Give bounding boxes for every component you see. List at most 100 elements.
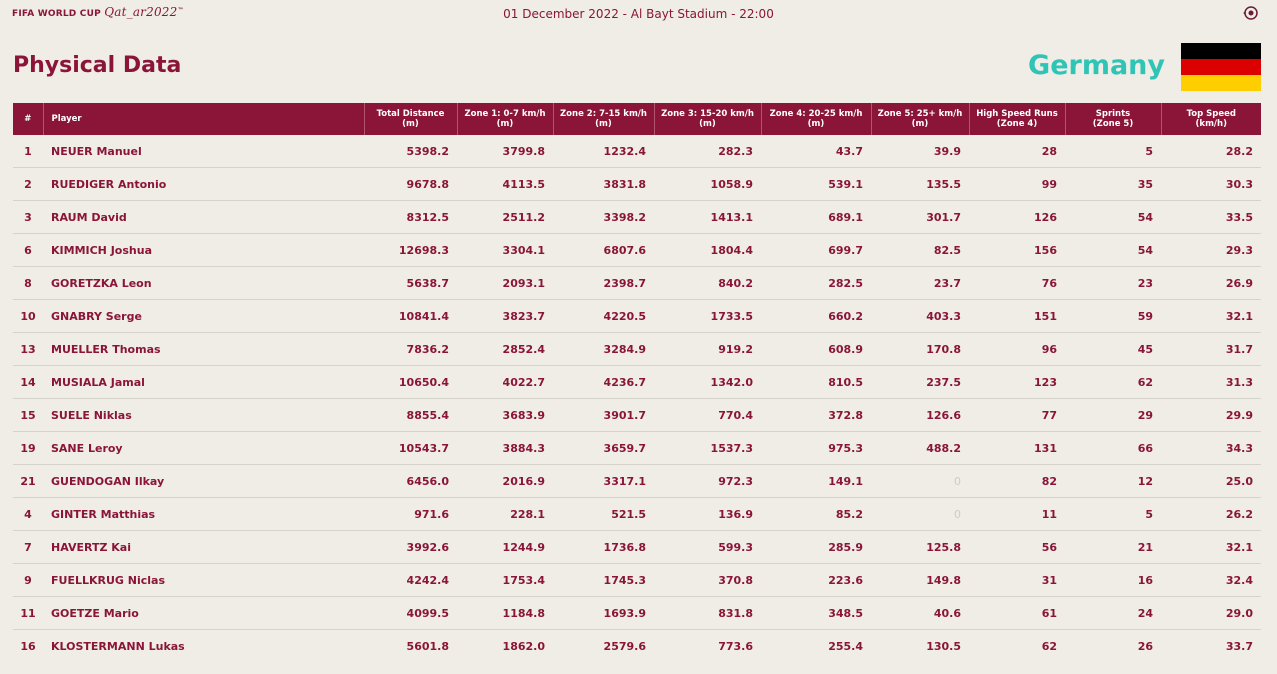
stat-cell: 10650.4 xyxy=(364,365,457,399)
stat-cell: 8855.4 xyxy=(364,398,457,432)
player-name: KLOSTERMANN Lukas xyxy=(51,639,185,653)
player-number: 7 xyxy=(13,530,43,564)
stat-cell: 539.1 xyxy=(761,167,871,201)
stat-cell: 689.1 xyxy=(761,200,871,234)
stat-cell: 29.3 xyxy=(1161,233,1261,267)
stat-cell: 126.6 xyxy=(871,398,969,432)
table-row: 21 GUENDOGAN Ilkay 6456.0 2016.9 3317.1 972.3… xyxy=(13,464,1261,498)
column-header-6: Zone 4: 20-25 km/h (m) xyxy=(760,103,871,135)
stat-cell: 30.3 xyxy=(1161,167,1261,201)
stat-cell: 126 xyxy=(969,200,1065,234)
stat-cell: 8312.5 xyxy=(364,200,457,234)
stat-cell: 59 xyxy=(1065,299,1161,333)
column-header-unit: (m) xyxy=(911,119,929,129)
stat-cell: 1693.9 xyxy=(553,596,654,630)
stat-cell: 62 xyxy=(1041,639,1057,653)
stat-cell: 131 xyxy=(969,431,1065,465)
stat-cell: 28.2 xyxy=(1161,135,1261,168)
column-header-unit: (m) xyxy=(699,119,716,129)
column-header-label: Total Distance xyxy=(376,109,445,119)
player-number: 8 xyxy=(13,266,43,300)
stat-cell: 23 xyxy=(1065,266,1161,300)
table-row: 11 GOETZE Mario 4099.5 1184.8 1693.9 831.8 348… xyxy=(13,596,1261,630)
germany-flag-icon xyxy=(1181,43,1261,91)
stat-cell: 56 xyxy=(969,530,1065,564)
player-name: RUEDIGER Antonio xyxy=(43,167,364,201)
table-row: 3 RAUM David 8312.5 2511.2 3398.2 1413.1 689.1… xyxy=(13,200,1261,234)
stat-cell: 301.7 xyxy=(871,200,969,234)
stat-cell: 9678.8 xyxy=(364,167,457,201)
stat-cell: 151 xyxy=(969,299,1065,333)
stat-cell: 6456.0 xyxy=(364,464,457,498)
stat-cell: 285.9 xyxy=(761,530,871,564)
stat-cell: 32.1 xyxy=(1161,530,1261,564)
player-name: SANE Leroy xyxy=(43,431,364,465)
stat-cell: 45 xyxy=(1065,332,1161,366)
settings-globe-icon[interactable] xyxy=(1243,5,1259,25)
column-header-label: Sprints xyxy=(1095,109,1131,119)
stat-cell: 608.9 xyxy=(761,332,871,366)
table-row: 2 RUEDIGER Antonio 9678.8 4113.5 3831.8 1058.… xyxy=(13,167,1261,201)
stat-cell: 3901.7 xyxy=(553,398,654,432)
top-bar: FIFA WORLD CUP Qat_ar2022™ 01 December 2… xyxy=(0,0,1277,28)
stat-cell: 3992.6 xyxy=(364,530,457,564)
stat-cell: 599.3 xyxy=(654,530,761,564)
stat-cell: 5 xyxy=(1065,497,1161,531)
stat-cell: 156 xyxy=(969,233,1065,267)
stat-cell: 403.3 xyxy=(871,299,969,333)
column-header-2: Total Distance (m) xyxy=(363,103,457,135)
stat-cell: 85.2 xyxy=(761,497,871,531)
stat-cell: 1733.5 xyxy=(654,299,761,333)
stat-cell: 96 xyxy=(969,332,1065,366)
stat-cell: 4220.5 xyxy=(553,299,654,333)
table-row: 6 KIMMICH Joshua 12698.3 3304.1 6807.6 1804.4… xyxy=(13,233,1261,267)
stat-cell: 773.6 xyxy=(718,639,753,653)
stat-cell: 2093.1 xyxy=(457,266,553,300)
table-row: 7 HAVERTZ Kai 3992.6 1244.9 1736.8 599.3 285.9… xyxy=(13,530,1261,564)
column-header-unit: (Zone 4) xyxy=(996,119,1038,129)
player-number: 15 xyxy=(13,398,43,432)
column-header-label: High Speed Runs xyxy=(976,109,1058,119)
column-header-label: # xyxy=(24,114,32,124)
table-header-row: # Player Total Distance (m) Zone 1: 0-7 km/h… xyxy=(13,103,1261,135)
table-row: 14 MUSIALA Jamal 10650.4 4022.7 4236.7 1342.0… xyxy=(13,365,1261,399)
stat-cell: 54 xyxy=(1065,233,1161,267)
table-body: 1 NEUER Manuel 5398.2 3799.8 1232.4 282.3 43.7… xyxy=(13,135,1261,662)
column-header-4: Zone 2: 7-15 km/h (m) xyxy=(552,103,654,135)
stat-cell: 1804.4 xyxy=(654,233,761,267)
stat-cell: 25.0 xyxy=(1161,464,1261,498)
stat-cell: 26.9 xyxy=(1161,266,1261,300)
stat-cell: 237.5 xyxy=(871,365,969,399)
column-header-10: Top Speed (km/h) xyxy=(1160,103,1261,135)
player-number: 2 xyxy=(13,167,43,201)
table-row: 9 FUELLKRUG Niclas 4242.4 1753.4 1745.3 370.8… xyxy=(13,563,1261,597)
table-row: 4 GINTER Matthias 971.6 228.1 521.5 136.9 85.2… xyxy=(13,497,1261,531)
column-header-label: Zone 1: 0-7 km/h xyxy=(464,109,546,119)
stat-cell: 32.1 xyxy=(1161,299,1261,333)
stat-cell: 40.6 xyxy=(871,596,969,630)
player-name: GUENDOGAN Ilkay xyxy=(43,464,364,498)
stat-cell: 29.9 xyxy=(1161,398,1261,432)
player-number: 10 xyxy=(13,299,43,333)
stat-cell: 99 xyxy=(969,167,1065,201)
player-number: 16 xyxy=(20,639,36,653)
stat-cell: 32.4 xyxy=(1161,563,1261,597)
stat-cell: 1184.8 xyxy=(457,596,553,630)
table-row: 13 MUELLER Thomas 7836.2 2852.4 3284.9 919.2 6… xyxy=(13,332,1261,366)
column-header-unit: (m) xyxy=(402,119,419,129)
stat-cell: 3284.9 xyxy=(553,332,654,366)
stat-cell: 3799.8 xyxy=(457,135,553,168)
stat-cell: 3831.8 xyxy=(553,167,654,201)
stat-cell: 488.2 xyxy=(871,431,969,465)
player-number: 6 xyxy=(13,233,43,267)
player-number: 14 xyxy=(13,365,43,399)
stat-cell: 7836.2 xyxy=(364,332,457,366)
player-number: 19 xyxy=(13,431,43,465)
stat-cell: 3304.1 xyxy=(457,233,553,267)
player-number: 9 xyxy=(13,563,43,597)
stat-cell: 135.5 xyxy=(871,167,969,201)
stat-cell: 62 xyxy=(1065,365,1161,399)
stat-cell: 136.9 xyxy=(654,497,761,531)
flag-stripe-red xyxy=(1181,59,1261,75)
stat-cell: 0 xyxy=(871,497,969,531)
